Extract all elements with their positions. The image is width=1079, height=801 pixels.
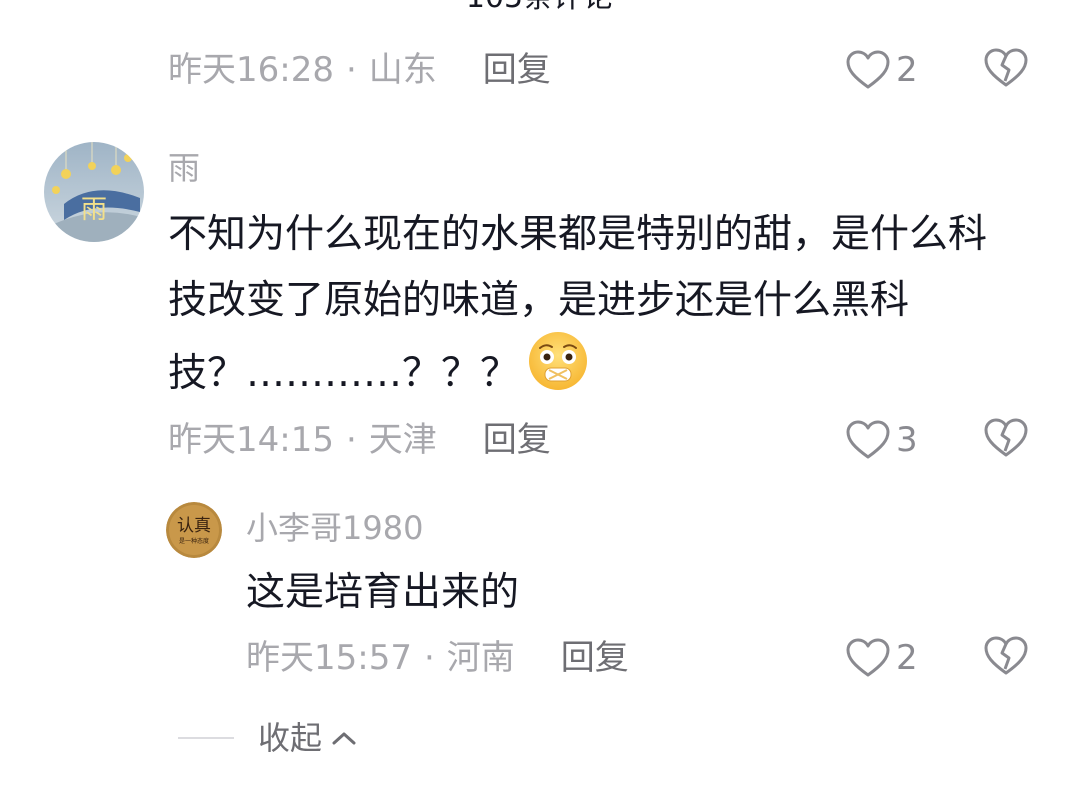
reply-location: 河南 xyxy=(446,638,515,678)
chevron-up-icon xyxy=(330,728,358,748)
like-count: 2 xyxy=(896,50,918,90)
like-button[interactable]: 2 xyxy=(846,636,918,680)
meta-separator: · xyxy=(345,50,357,90)
broken-heart-icon xyxy=(984,418,1028,462)
comment-time: 昨天14:15 xyxy=(168,420,334,460)
reply-button[interactable]: 回复 xyxy=(483,48,551,92)
heart-outline-icon xyxy=(846,420,890,460)
comment-location: 天津 xyxy=(368,420,437,460)
collapse-divider xyxy=(178,737,234,739)
reply-meta: 昨天15:57 · 河南 回复 xyxy=(246,636,629,680)
prev-comment-meta: 昨天16:28 · 山东 回复 xyxy=(168,48,551,92)
comment-username[interactable]: 雨 xyxy=(168,148,200,188)
svg-text:雨: 雨 xyxy=(81,195,107,225)
reply-button[interactable]: 回复 xyxy=(483,418,551,462)
reply-button[interactable]: 回复 xyxy=(561,636,629,680)
comment-location: 山东 xyxy=(368,50,437,90)
reply-time: 昨天15:57 xyxy=(246,638,412,678)
comment-count-title: 105条评论 xyxy=(0,0,1079,18)
svg-text:认真: 认真 xyxy=(177,516,211,536)
comment-text-line: 技？…………？？？ xyxy=(168,332,987,417)
avatar[interactable]: 雨 xyxy=(44,142,144,242)
like-count: 2 xyxy=(896,638,918,678)
collapse-replies-button[interactable]: 收起 xyxy=(178,718,358,758)
comment-text-segment: 技？…………？？？ xyxy=(168,351,520,396)
dislike-button[interactable] xyxy=(982,636,1030,680)
like-button[interactable]: 3 xyxy=(846,418,918,462)
comment-text-line: 不知为什么现在的水果都是特别的甜，是什么科 xyxy=(168,212,988,257)
comment-text: 不知为什么现在的水果都是特别的甜，是什么科 技改变了原始的味道，是进步还是什么黑… xyxy=(168,202,987,417)
comment-panel: 105条评论 昨天16:28 · 山东 回复 2 xyxy=(0,0,1079,801)
like-button[interactable]: 2 xyxy=(846,48,918,92)
meta-separator: · xyxy=(345,420,357,460)
comment-text-line: 技改变了原始的味道，是进步还是什么黑科 xyxy=(168,278,910,323)
heart-outline-icon xyxy=(846,50,890,90)
reply-text-line: 这是培育出来的 xyxy=(246,570,520,615)
heart-outline-icon xyxy=(846,638,890,678)
dislike-button[interactable] xyxy=(982,418,1030,462)
reply-text: 这是培育出来的 xyxy=(246,560,519,626)
broken-heart-icon xyxy=(984,636,1028,680)
broken-heart-icon xyxy=(984,48,1028,92)
collapse-label: 收起 xyxy=(258,719,323,757)
like-count: 3 xyxy=(896,420,918,460)
astonished-face-emoji xyxy=(527,330,589,413)
dislike-button[interactable] xyxy=(982,48,1030,92)
svg-text:是一种态度: 是一种态度 xyxy=(179,537,209,545)
comment-time: 昨天16:28 xyxy=(168,50,334,90)
comment-meta: 昨天14:15 · 天津 回复 xyxy=(168,418,551,462)
meta-separator: · xyxy=(423,638,435,678)
reply-avatar[interactable]: 认真 是一种态度 xyxy=(166,502,222,558)
reply-username[interactable]: 小李哥1980 xyxy=(246,508,423,548)
